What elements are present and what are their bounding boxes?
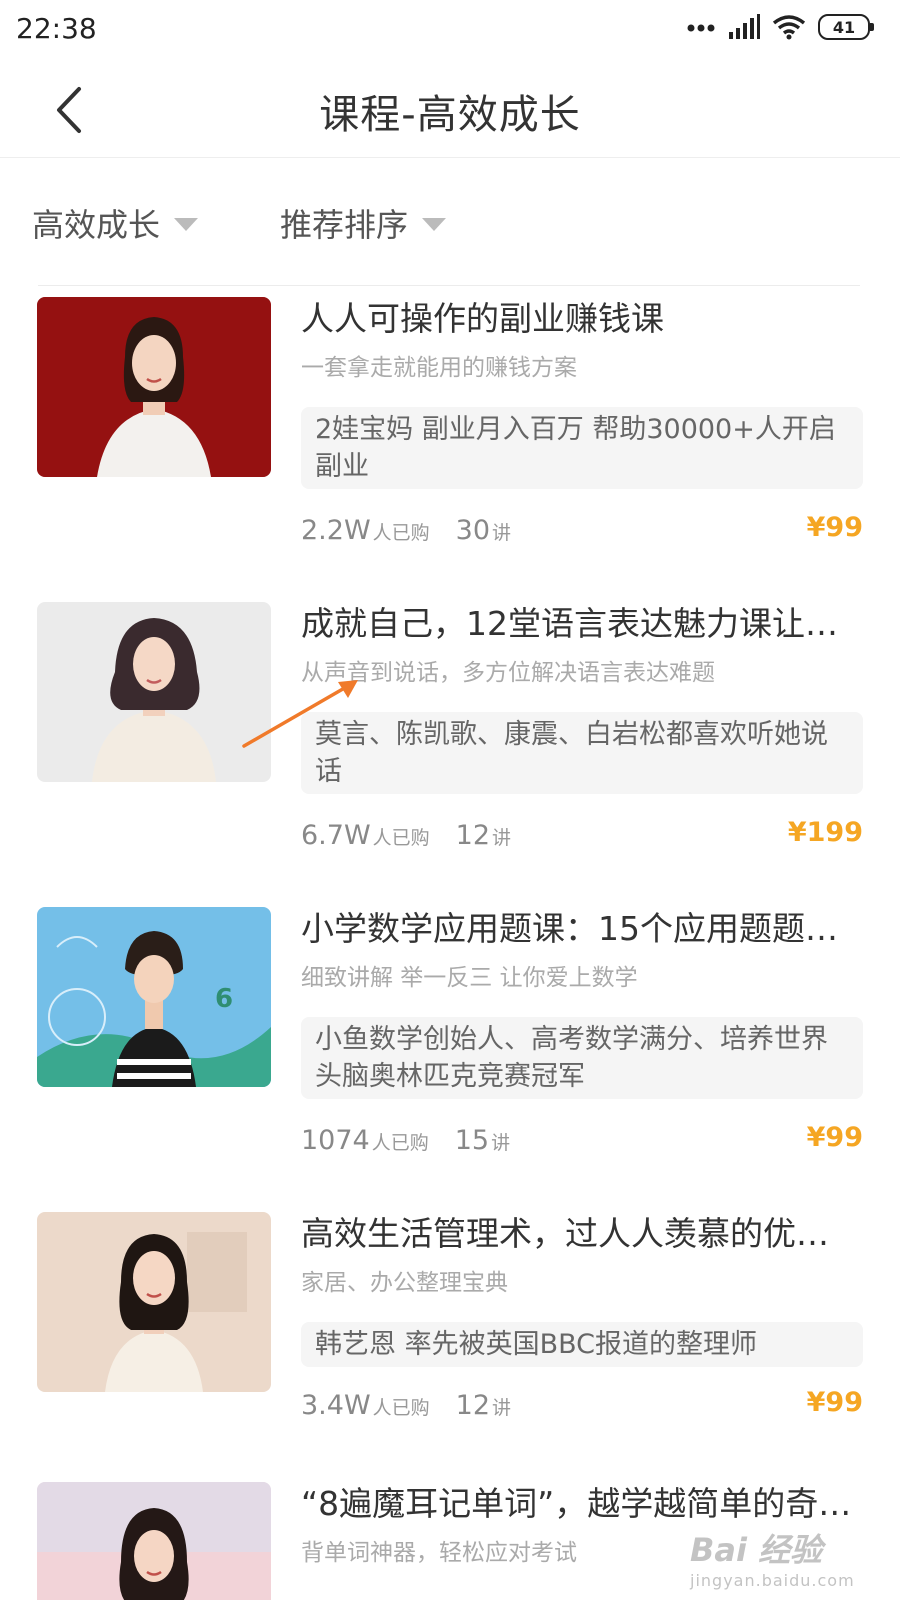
course-description: 韩艺恩 率先被英国BBC报道的整理师 <box>301 1322 863 1367</box>
lessons-suffix: 讲 <box>492 522 512 544</box>
course-item[interactable]: 高效生活管理术，过人人羡慕的优… 家居、办公整理宝典 韩艺恩 率先被英国BBC报… <box>0 1212 900 1492</box>
course-price: ¥99 <box>806 512 863 543</box>
battery-level: 41 <box>832 17 856 37</box>
course-description: 2娃宝妈 副业月入百万 帮助30000+人开启副业 <box>301 407 863 489</box>
lessons-count: 12 <box>455 820 491 851</box>
wifi-icon <box>772 15 806 40</box>
signal-icon <box>729 14 760 39</box>
course-thumbnail <box>37 602 271 782</box>
course-meta: 6.7W 人已购 12 讲 <box>301 820 511 851</box>
course-meta: 1074 人已购 15 讲 <box>301 1125 510 1156</box>
buyers-count: 2.2W <box>301 515 371 546</box>
course-title: 成就自己，12堂语言表达魅力课让… <box>301 604 838 643</box>
course-title: 人人可操作的副业赚钱课 <box>301 299 664 338</box>
course-price: ¥99 <box>806 1387 863 1418</box>
course-title: “8遍魔耳记单词”，越学越简单的奇… <box>301 1484 852 1523</box>
course-thumbnail: 6 <box>37 907 271 1087</box>
category-filter[interactable]: 高效成长 <box>32 200 199 246</box>
sort-filter-label: 推荐排序 <box>280 206 409 244</box>
course-description: 莫言、陈凯歌、康震、白岩松都喜欢听她说话 <box>301 712 863 794</box>
dropdown-triangle-icon <box>422 217 447 231</box>
lessons-count: 12 <box>455 1390 491 1421</box>
course-item[interactable]: 6 小学数学应用题课：15个应用题题… 细致讲解 举一反三 让你爱上数学 小鱼数… <box>0 907 900 1187</box>
filter-bar: 高效成长 推荐排序 <box>0 180 900 266</box>
lessons-suffix: 讲 <box>491 1132 511 1154</box>
nav-bar: 课程-高效成长 <box>0 62 900 158</box>
course-meta: 2.2W 人已购 30 讲 <box>301 515 511 546</box>
watermark-url: jingyan.baidu.com <box>690 1571 855 1590</box>
battery-icon: 41 <box>818 14 874 40</box>
course-price: ¥99 <box>806 1122 863 1153</box>
course-price: ¥199 <box>787 817 863 848</box>
course-meta: 3.4W 人已购 12 讲 <box>301 1390 511 1421</box>
course-thumbnail <box>37 1482 271 1600</box>
lessons-suffix: 讲 <box>492 827 512 849</box>
status-icons: 41 <box>686 14 874 40</box>
dropdown-triangle-icon <box>174 217 199 231</box>
course-title: 小学数学应用题课：15个应用题题… <box>301 909 838 948</box>
buyers-count: 6.7W <box>301 820 371 851</box>
sort-filter[interactable]: 推荐排序 <box>280 200 447 246</box>
watermark-logo: Bai 经验 <box>690 1531 823 1569</box>
course-title: 高效生活管理术，过人人羡慕的优… <box>301 1214 829 1253</box>
page-title: 课程-高效成长 <box>319 92 581 138</box>
status-bar: 22:38 41 <box>0 0 900 62</box>
buyers-suffix: 人已购 <box>372 827 430 849</box>
course-item[interactable]: 成就自己，12堂语言表达魅力课让… 从声音到说话，多方位解决语言表达难题 莫言、… <box>0 602 900 882</box>
more-dots-icon <box>687 24 715 32</box>
category-filter-label: 高效成长 <box>32 206 161 244</box>
course-item[interactable]: 人人可操作的副业赚钱课 一套拿走就能用的赚钱方案 2娃宝妈 副业月入百万 帮助3… <box>0 297 900 577</box>
course-subtitle: 家居、办公整理宝典 <box>301 1270 508 1296</box>
course-thumbnail <box>37 1212 271 1392</box>
course-subtitle: 一套拿走就能用的赚钱方案 <box>301 355 577 381</box>
buyers-count: 3.4W <box>301 1390 371 1421</box>
lessons-suffix: 讲 <box>492 1397 512 1419</box>
lessons-count: 30 <box>455 515 491 546</box>
buyers-count: 1074 <box>301 1125 370 1156</box>
course-thumbnail <box>37 297 271 477</box>
divider <box>38 285 860 286</box>
lessons-count: 15 <box>454 1125 490 1156</box>
svg-text:6: 6 <box>215 984 233 1014</box>
course-subtitle: 细致讲解 举一反三 让你爱上数学 <box>301 965 638 991</box>
status-time: 22:38 <box>16 12 97 45</box>
buyers-suffix: 人已购 <box>372 1397 430 1419</box>
buyers-suffix: 人已购 <box>371 1132 429 1154</box>
course-subtitle: 从声音到说话，多方位解决语言表达难题 <box>301 660 715 686</box>
buyers-suffix: 人已购 <box>372 522 430 544</box>
course-description: 小鱼数学创始人、高考数学满分、培养世界头脑奥林匹克竞赛冠军 <box>301 1017 863 1099</box>
watermark: Bai 经验 jingyan.baidu.com <box>690 1525 870 1595</box>
